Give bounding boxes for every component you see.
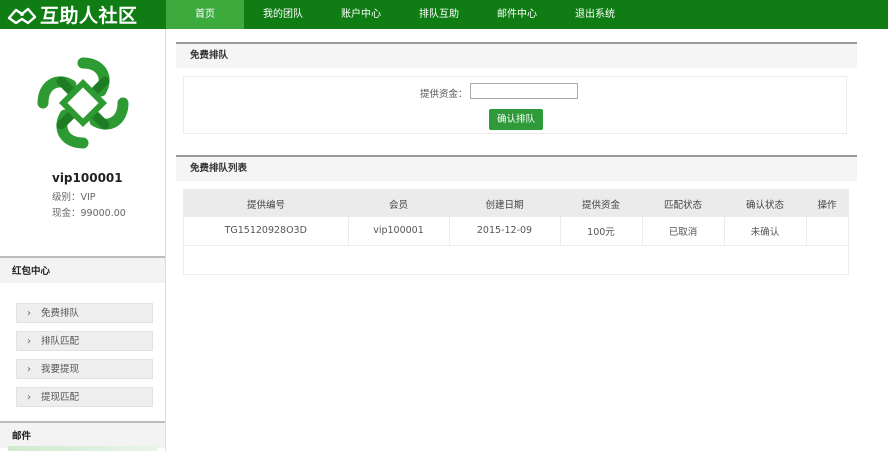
table-row: TG15120928O3D vip100001 2015-12-09 100元 … [184,217,848,246]
sidebar-item-withdraw-match[interactable]: › 提现匹配 [16,387,153,407]
main-nav: 首页 我的团队 账户中心 排队互助 邮件中心 退出系统 [166,0,634,29]
brand-logo[interactable]: 互助人社区 [0,0,166,29]
nav-home[interactable]: 首页 [166,0,244,29]
column-header: 匹配状态 [642,190,724,217]
handshake-logo-icon [7,7,37,24]
nav-logout[interactable]: 退出系统 [556,0,634,29]
sidebar-item-label: 免费排队 [41,308,80,319]
profile-level: 级别：VIP [52,192,96,203]
sidebar-item-queue-match[interactable]: › 排队匹配 [16,331,153,351]
table-cell-member: vip100001 [348,217,450,246]
sidebar-item-label: 提现匹配 [41,392,80,403]
nav-my-team[interactable]: 我的团队 [244,0,322,29]
sidebar-section-mail: 邮件 [0,421,165,448]
sidebar: vip100001 级别：VIP 现金：99000.00 红包中心 › 免费排队 … [0,29,166,451]
amount-label: 提供资金： [420,89,468,100]
table-cell-amount: 100元 [560,217,643,246]
table-cell-action [806,217,848,246]
queue-list-panel-title: 免费排队列表 [176,155,857,181]
sidebar-item-label: 排队匹配 [41,336,80,347]
sidebar-item-withdraw[interactable]: › 我要提现 [16,359,153,379]
chevron-right-icon: › [27,308,31,319]
table-header-row: 提供编号 会员 创建日期 提供资金 匹配状态 确认状态 操作 [184,190,848,217]
nav-mail-center[interactable]: 邮件中心 [478,0,556,29]
nav-queue-mutual-aid[interactable]: 排队互助 [400,0,478,29]
column-header: 操作 [806,190,848,217]
community-logo-icon [37,57,129,149]
sidebar-divider [8,446,158,451]
table-cell-confirm-status: 未确认 [724,217,807,246]
brand-name: 互助人社区 [40,5,138,27]
profile-cash: 现金：99000.00 [52,208,126,219]
table-cell-id: TG15120928O3D [184,217,349,246]
nav-account-center[interactable]: 账户中心 [322,0,400,29]
profile-username: vip100001 [52,171,123,185]
chevron-right-icon: › [27,336,31,347]
column-header: 提供编号 [184,190,348,217]
column-header: 确认状态 [724,190,806,217]
amount-input[interactable] [470,83,578,99]
column-header: 提供资金 [560,190,642,217]
sidebar-section-redpacket: 红包中心 [0,256,165,283]
free-queue-panel-title: 免费排队 [176,42,857,68]
chevron-right-icon: › [27,392,31,403]
column-header: 创建日期 [449,190,560,217]
sidebar-item-label: 我要提现 [41,364,80,375]
chevron-right-icon: › [27,364,31,375]
table-cell-date: 2015-12-09 [449,217,561,246]
confirm-queue-button[interactable]: 确认排队 [489,109,543,130]
top-nav-bar: 互助人社区 首页 我的团队 账户中心 排队互助 邮件中心 退出系统 [0,0,888,29]
column-header: 会员 [348,190,449,217]
sidebar-item-free-queue[interactable]: › 免费排队 [16,303,153,323]
queue-list-table: 提供编号 会员 创建日期 提供资金 匹配状态 确认状态 操作 TG1512092… [184,190,848,246]
table-cell-match-status: 已取消 [642,217,725,246]
